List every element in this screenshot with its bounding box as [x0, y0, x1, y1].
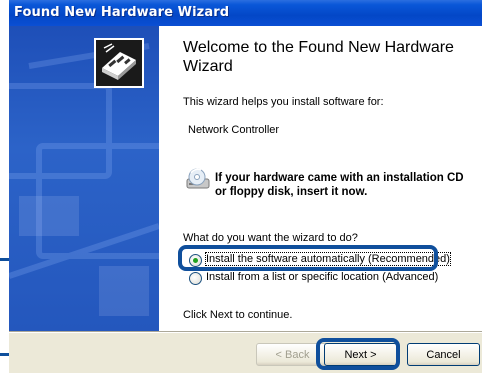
intro-text: This wizard helps you install software f… — [183, 96, 384, 108]
window-title: Found New Hardware Wizard — [14, 5, 230, 20]
wizard-side-panel — [9, 26, 159, 331]
continue-text: Click Next to continue. — [183, 309, 293, 321]
option-advanced-radio[interactable] — [189, 272, 202, 285]
wizard-content: Welcome to the Found New Hardware Wizard… — [159, 26, 482, 331]
highlight-next-button — [316, 338, 400, 370]
hardware-wizard-icon — [94, 38, 144, 88]
page-title: Welcome to the Found New Hardware Wizard — [183, 39, 454, 75]
cancel-button[interactable]: Cancel — [407, 343, 480, 366]
cd-drive-icon — [185, 167, 211, 191]
divider-highlight — [9, 332, 482, 333]
option-advanced[interactable]: Install from a list or specific location… — [189, 271, 459, 285]
title-bar[interactable]: Found New Hardware Wizard — [9, 0, 482, 26]
wizard-window: Found New Hardware Wizard Welcome to the… — [9, 0, 482, 373]
cd-prompt: If your hardware came with an installati… — [215, 172, 464, 198]
question-text: What do you want the wizard to do? — [183, 232, 358, 244]
device-name: Network Controller — [188, 124, 280, 136]
highlight-automatic-option — [178, 245, 438, 271]
option-advanced-label: Install from a list or specific location… — [206, 271, 439, 283]
